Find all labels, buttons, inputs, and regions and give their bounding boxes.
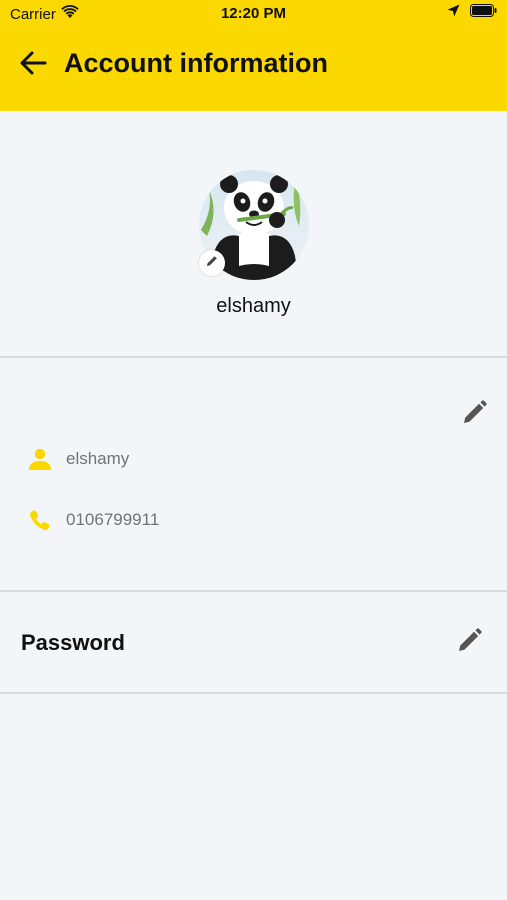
edit-password-button[interactable] — [455, 627, 485, 657]
password-section[interactable]: Password — [0, 592, 507, 692]
location-arrow-icon — [447, 4, 460, 21]
header-bar: Carrier 12:20 PM Account information — [0, 0, 507, 111]
profile-section: elshamy — [0, 111, 507, 357]
avatar-container[interactable] — [199, 170, 309, 280]
username-value: elshamy — [66, 449, 130, 468]
battery-icon — [470, 4, 497, 21]
back-button[interactable] — [14, 46, 52, 84]
status-time: 12:20 PM — [220, 5, 287, 22]
pencil-icon — [457, 627, 483, 658]
status-bar: Carrier 12:20 PM — [0, 0, 507, 28]
person-icon — [27, 446, 53, 472]
profile-name: elshamy — [216, 295, 291, 317]
divider — [0, 356, 507, 358]
page-title: Account information — [64, 48, 328, 78]
phone-value: 0106799911 — [66, 510, 160, 529]
username-row: elshamy — [27, 446, 129, 472]
password-label: Password — [21, 630, 125, 655]
phone-row: 0106799911 — [27, 507, 159, 533]
navigation-bar: Account information — [0, 40, 507, 90]
edit-info-button[interactable] — [460, 399, 490, 429]
avatar-edit-button[interactable] — [199, 250, 225, 276]
status-right — [447, 4, 497, 21]
arrow-left-icon — [19, 51, 47, 80]
pencil-icon — [462, 399, 488, 430]
account-info-section: elshamy 0106799911 — [0, 359, 507, 590]
phone-icon — [27, 507, 53, 533]
pencil-icon — [205, 254, 219, 273]
divider — [0, 692, 507, 694]
